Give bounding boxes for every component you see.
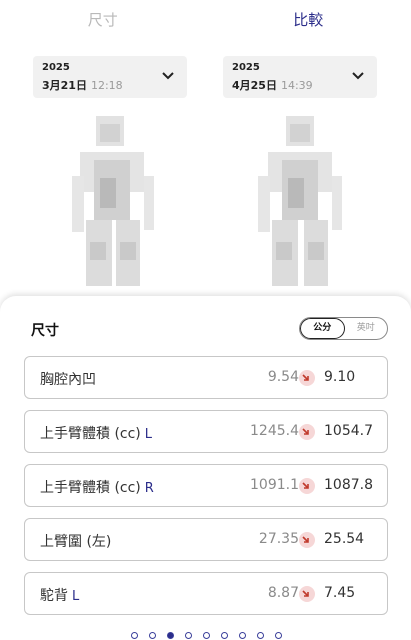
page-dot[interactable]	[221, 632, 228, 639]
measurement-name: 胸腔內凹	[40, 372, 96, 388]
measurement-name: 上手臂體積 (cc)	[40, 426, 141, 442]
body-scan-before	[72, 112, 162, 297]
value-before: 8.87	[267, 585, 299, 601]
page-dot[interactable]	[185, 632, 192, 639]
date-day-text: 4月25日	[232, 79, 277, 92]
value-before: 9.54	[267, 369, 299, 385]
measurement-label: 駝背 L	[40, 585, 79, 605]
page-dot[interactable]	[167, 632, 174, 639]
measurement-side: L	[72, 589, 80, 604]
value-after: 9.10	[324, 369, 356, 385]
trend-down-arrow-icon	[299, 370, 315, 386]
value-after: 7.45	[324, 585, 356, 601]
measurement-side: R	[144, 481, 154, 496]
date-year: 2025	[232, 62, 260, 73]
measurement-label: 上手臂體積 (cc) R	[40, 477, 154, 497]
compare-preview-area: 2025 3月21日 12:18 2025 4月25日 14:39	[0, 38, 411, 300]
date-day: 4月25日 14:39	[232, 77, 313, 93]
trend-down-arrow-icon	[299, 478, 315, 494]
page-dot[interactable]	[275, 632, 282, 639]
page-dot[interactable]	[149, 632, 156, 639]
trend-down-arrow-icon	[299, 424, 315, 440]
value-after: 25.54	[324, 531, 365, 547]
measurement-row[interactable]: 上手臂體積 (cc) L 1245.4 1054.7	[24, 410, 388, 453]
date-time: 14:39	[280, 79, 313, 92]
measurement-label: 上手臂體積 (cc) L	[40, 423, 152, 443]
date-time: 12:18	[90, 79, 123, 92]
value-before: 27.35	[258, 531, 299, 547]
body-scan-after	[254, 112, 344, 297]
value-after: 1054.7	[324, 423, 373, 439]
chevron-down-icon	[162, 72, 174, 80]
date-selector-before[interactable]: 2025 3月21日 12:18	[33, 56, 187, 98]
measurement-label: 胸腔內凹	[40, 369, 100, 389]
date-selector-after[interactable]: 2025 4月25日 14:39	[223, 56, 377, 98]
measurement-row[interactable]: 上手臂體積 (cc) R 1091.1 1087.8	[24, 464, 388, 507]
value-before: 1245.4	[250, 423, 299, 439]
measurement-name: 上手臂體積 (cc)	[40, 480, 141, 496]
sheet-title: 尺寸	[31, 323, 59, 339]
measurement-name: 駝背	[40, 588, 68, 604]
chevron-down-icon	[352, 72, 364, 80]
page-dot[interactable]	[203, 632, 210, 639]
value-before: 1091.1	[250, 477, 299, 493]
tab-size[interactable]: 尺寸	[0, 0, 206, 38]
page-indicator	[0, 627, 411, 640]
page-dot[interactable]	[239, 632, 246, 639]
tab-bar: 尺寸 比較	[0, 0, 411, 38]
date-year: 2025	[42, 62, 70, 73]
date-day: 3月21日 12:18	[42, 77, 123, 93]
unit-option-inch[interactable]: 英吋	[345, 318, 388, 339]
page-dot[interactable]	[257, 632, 264, 639]
date-day-text: 3月21日	[42, 79, 87, 92]
trend-down-arrow-icon	[299, 532, 315, 548]
measurement-row[interactable]: 胸腔內凹 9.54 9.10	[24, 356, 388, 399]
measurement-side: L	[144, 427, 153, 442]
page-dot[interactable]	[131, 632, 138, 639]
measurement-row[interactable]: 上臂圍 (左) 27.35 25.54	[24, 518, 388, 561]
measurement-label: 上臂圍 (左)	[40, 531, 115, 551]
unit-option-cm[interactable]: 公分	[300, 318, 345, 339]
measurement-sheet: 尺寸 公分 英吋 胸腔內凹 9.54 9.10 上手臂體積 (cc) L 1245…	[0, 296, 411, 640]
trend-down-arrow-icon	[299, 586, 315, 602]
measurement-name: 上臂圍 (左)	[40, 534, 112, 550]
measurement-row[interactable]: 駝背 L 8.87 7.45	[24, 572, 388, 615]
tab-compare[interactable]: 比較	[206, 0, 411, 38]
unit-toggle[interactable]: 公分 英吋	[299, 317, 388, 340]
value-after: 1087.8	[324, 477, 373, 493]
